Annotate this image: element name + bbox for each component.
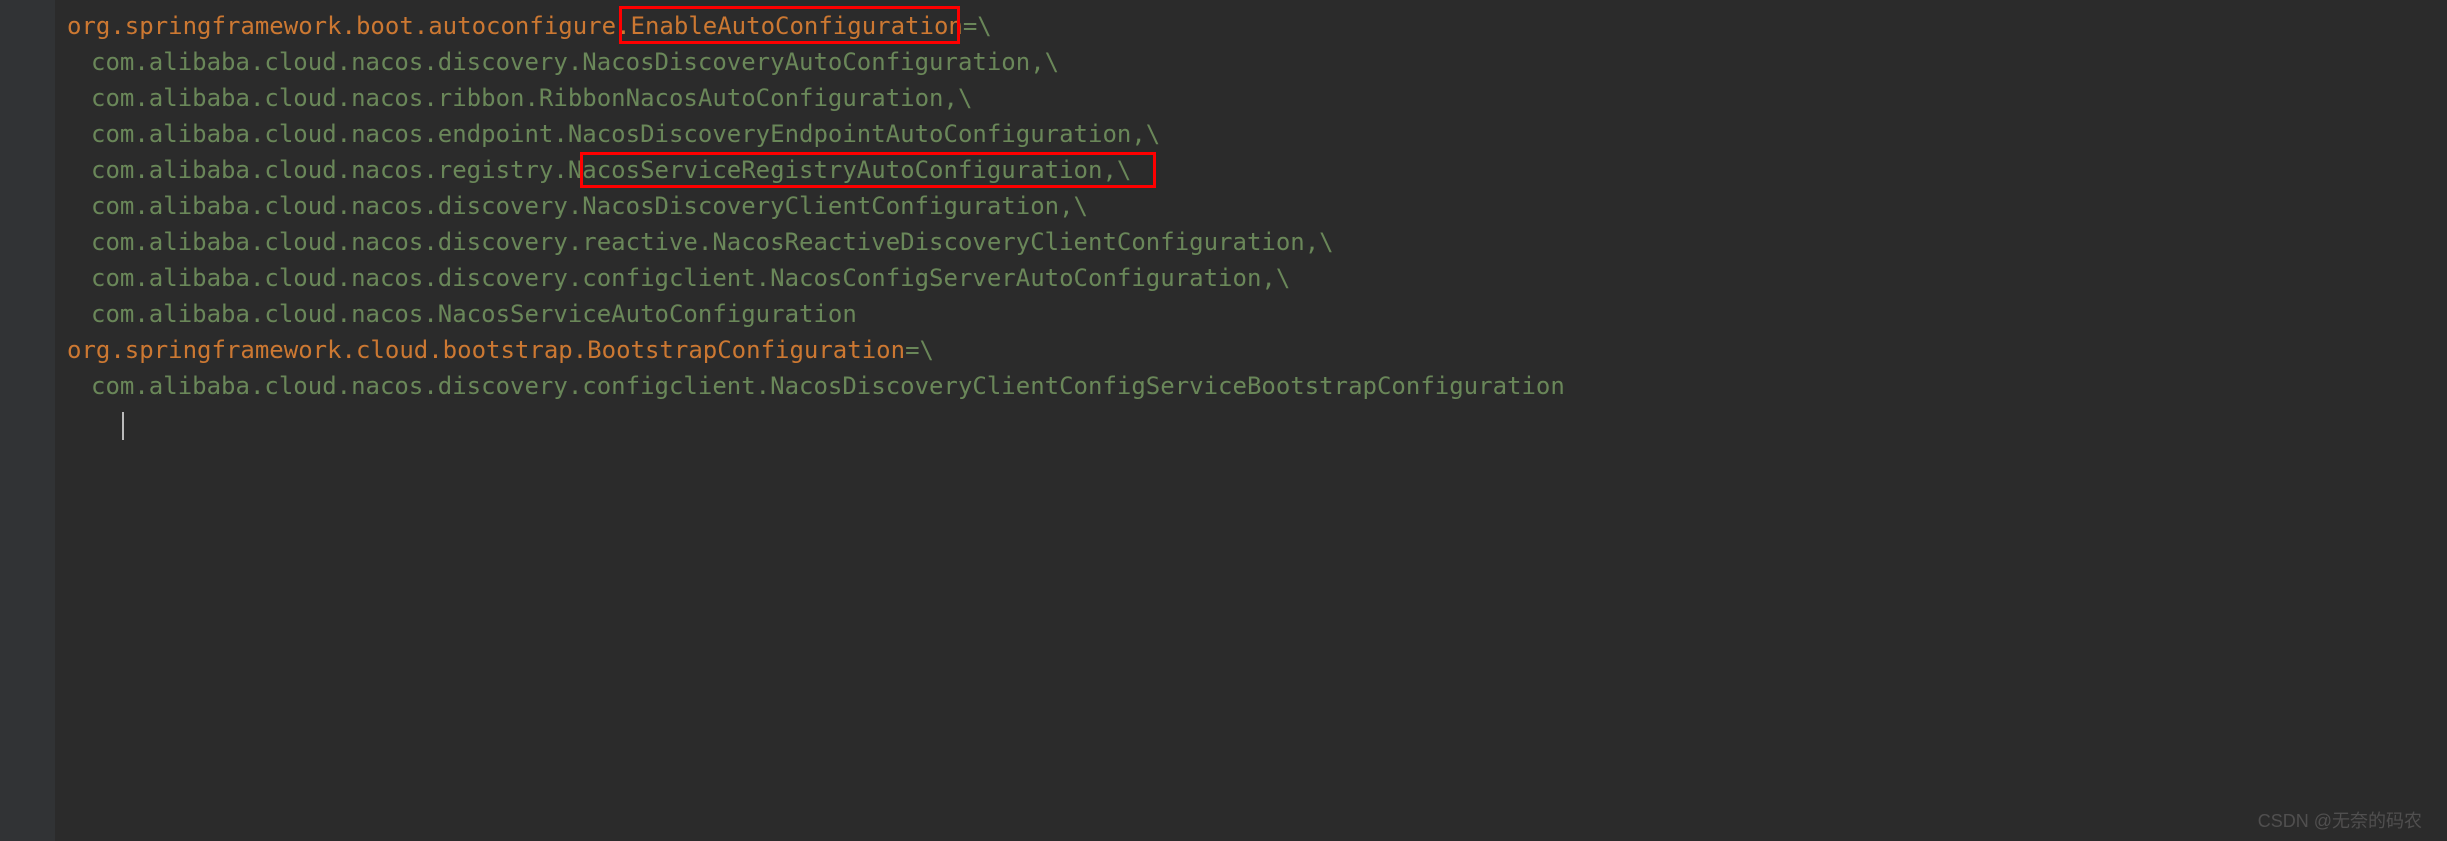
editor-container: org.springframework.boot.autoconfigure.E… (0, 0, 2447, 841)
code-segment: com.alibaba.cloud.nacos.ribbon.RibbonNac… (91, 80, 972, 116)
code-line-10[interactable]: com.alibaba.cloud.nacos.discovery.config… (67, 368, 2447, 404)
code-line-0[interactable]: org.springframework.boot.autoconfigure.E… (67, 8, 2447, 44)
code-line-1[interactable]: com.alibaba.cloud.nacos.discovery.NacosD… (67, 44, 2447, 80)
cursor (122, 412, 124, 440)
code-segment: com.alibaba.cloud.nacos.discovery.config… (91, 368, 1565, 404)
code-segment: com.alibaba.cloud.nacos.NacosServiceAuto… (91, 296, 857, 332)
code-segment: =\ (905, 332, 934, 368)
code-line-2[interactable]: com.alibaba.cloud.nacos.ribbon.RibbonNac… (67, 80, 2447, 116)
code-segment: com.alibaba.cloud.nacos.registry.NacosSe… (91, 152, 1131, 188)
code-area[interactable]: org.springframework.boot.autoconfigure.E… (55, 0, 2447, 841)
code-line-4[interactable]: com.alibaba.cloud.nacos.registry.NacosSe… (67, 152, 2447, 188)
code-segment: com.alibaba.cloud.nacos.discovery.reacti… (91, 224, 1334, 260)
code-segment: org.springframework.cloud.bootstrap.Boot… (67, 332, 905, 368)
code-line-9[interactable]: org.springframework.cloud.bootstrap.Boot… (67, 332, 2447, 368)
code-segment: com.alibaba.cloud.nacos.discovery.config… (91, 260, 1290, 296)
code-segment: com.alibaba.cloud.nacos.endpoint.NacosDi… (91, 116, 1160, 152)
code-line-6[interactable]: com.alibaba.cloud.nacos.discovery.reacti… (67, 224, 2447, 260)
code-segment: com.alibaba.cloud.nacos.discovery.NacosD… (91, 188, 1088, 224)
code-line-7[interactable]: com.alibaba.cloud.nacos.discovery.config… (67, 260, 2447, 296)
gutter (0, 0, 55, 841)
code-line-8[interactable]: com.alibaba.cloud.nacos.NacosServiceAuto… (67, 296, 2447, 332)
code-segment: com.alibaba.cloud.nacos.discovery.NacosD… (91, 44, 1059, 80)
watermark: CSDN @无奈的码农 (2258, 807, 2422, 833)
code-segment: =\ (963, 8, 992, 44)
code-line-3[interactable]: com.alibaba.cloud.nacos.endpoint.NacosDi… (67, 116, 2447, 152)
code-segment: org.springframework.boot.autoconfigure.E… (67, 8, 963, 44)
code-line-5[interactable]: com.alibaba.cloud.nacos.discovery.NacosD… (67, 188, 2447, 224)
